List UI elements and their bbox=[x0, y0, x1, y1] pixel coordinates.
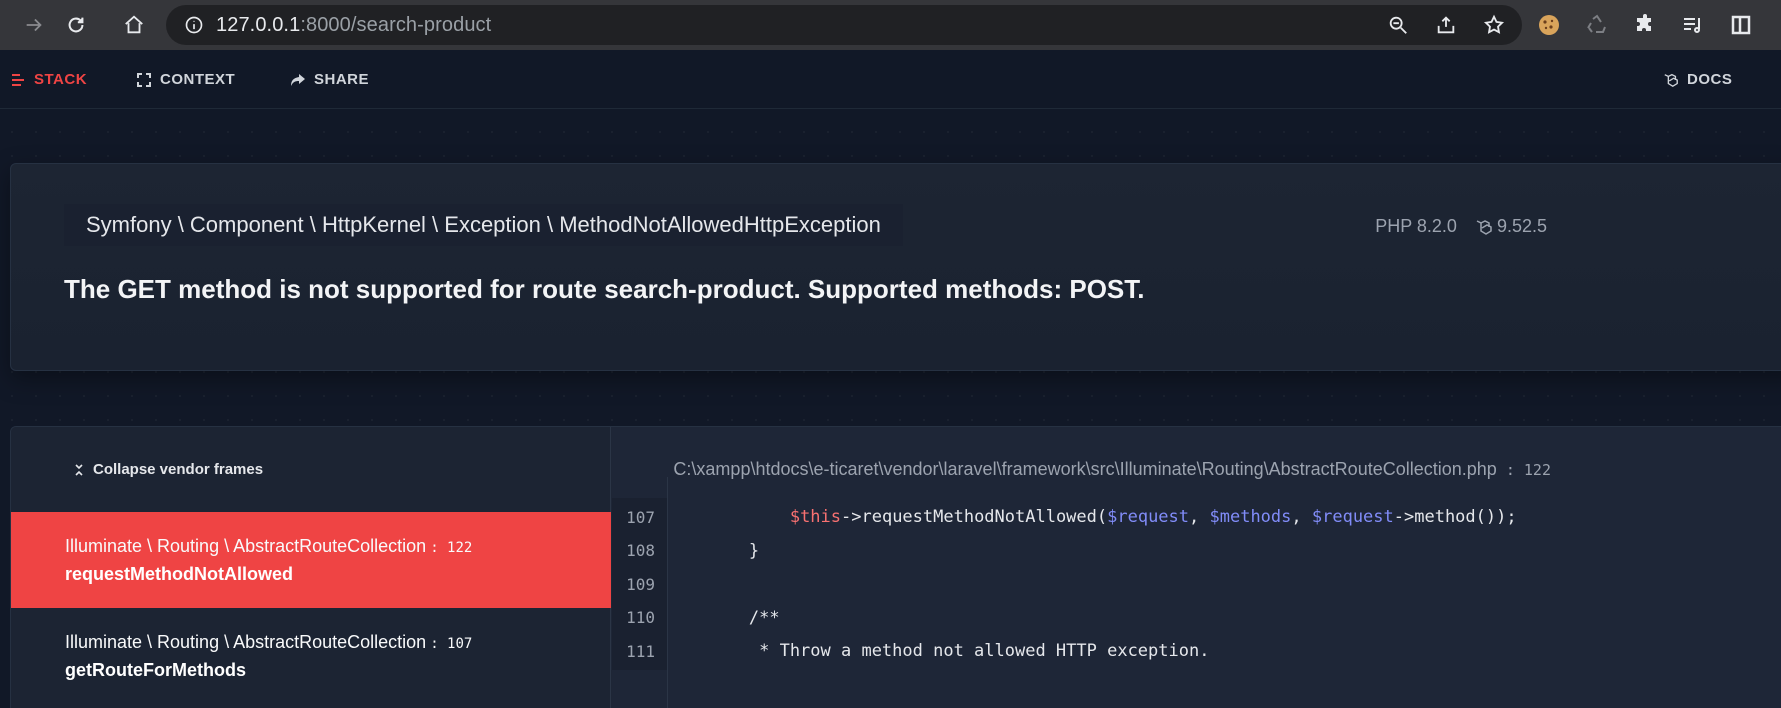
laravel-icon bbox=[1476, 219, 1492, 235]
frame-class-name: Illuminate \ Routing \ AbstractRouteColl… bbox=[65, 632, 427, 652]
code-viewer: C:\xampp\htdocs\e-ticaret\vendor\laravel… bbox=[612, 427, 1781, 708]
line-number: 110 bbox=[612, 598, 667, 637]
code-text: } bbox=[667, 541, 759, 561]
exception-class[interactable]: Symfony \ Component \ HttpKernel \ Excep… bbox=[64, 204, 903, 246]
frame-line: : 122 bbox=[430, 540, 473, 556]
file-line: : 122 bbox=[1496, 461, 1551, 479]
line-number: 108 bbox=[612, 531, 667, 570]
exception-card: Symfony \ Component \ HttpKernel \ Excep… bbox=[10, 163, 1781, 371]
side-panel-icon[interactable] bbox=[1724, 8, 1758, 42]
code-line: 107 $this->requestMethodNotAllowed($requ… bbox=[612, 498, 1781, 536]
stack-frame[interactable]: Illuminate \ Routing \ AbstractRouteColl… bbox=[11, 608, 611, 704]
code-token: ->method()); bbox=[1393, 507, 1517, 527]
collapse-label: Collapse vendor frames bbox=[93, 461, 264, 478]
tab-share-label: SHARE bbox=[314, 71, 370, 88]
code-text: * Throw a method not allowed HTTP except… bbox=[667, 641, 1209, 661]
code-line: 110 /** bbox=[612, 598, 1781, 637]
frame-method: getRouteForMethods bbox=[65, 660, 246, 680]
php-version: PHP 8.2.0 bbox=[1375, 216, 1457, 236]
laravel-docs-icon bbox=[1664, 73, 1678, 87]
stack-icon bbox=[12, 73, 24, 86]
code-line: 111 * Throw a method not allowed HTTP ex… bbox=[612, 632, 1781, 670]
share-arrow-icon bbox=[291, 73, 305, 86]
frame-class-name: Illuminate \ Routing \ AbstractRouteColl… bbox=[65, 536, 427, 556]
code-token: $request bbox=[1107, 507, 1190, 527]
code-token: /** bbox=[667, 607, 780, 628]
tab-stack-label: STACK bbox=[34, 71, 88, 88]
line-number: 109 bbox=[612, 565, 667, 603]
code-line: 108 } bbox=[612, 531, 1781, 570]
collapse-icon bbox=[75, 463, 83, 476]
line-number: 107 bbox=[612, 498, 667, 536]
frame-class: Illuminate \ Routing \ AbstractRouteColl… bbox=[65, 536, 611, 557]
url-text[interactable]: 127.0.0.1:8000/search-product bbox=[216, 14, 491, 37]
code-token: $this bbox=[789, 507, 842, 527]
address-bar[interactable]: 127.0.0.1:8000/search-product bbox=[166, 5, 1522, 45]
tab-context[interactable]: CONTEXT bbox=[136, 50, 235, 109]
home-icon[interactable] bbox=[114, 5, 154, 45]
code-token: , bbox=[1291, 507, 1312, 527]
media-queue-icon[interactable] bbox=[1676, 8, 1710, 42]
url-host: 127.0.0.1 bbox=[216, 13, 301, 36]
extensions-puzzle-icon[interactable] bbox=[1628, 8, 1662, 42]
tab-share[interactable]: SHARE bbox=[290, 50, 369, 109]
file-path[interactable]: C:\xampp\htdocs\e-ticaret\vendor\laravel… bbox=[673, 459, 1551, 480]
frames-list: Collapse vendor frames Illuminate \ Rout… bbox=[11, 427, 611, 708]
laravel-version-text: 9.52.5 bbox=[1496, 216, 1547, 236]
code-token: $methods bbox=[1209, 507, 1292, 527]
frame-method: requestMethodNotAllowed bbox=[65, 564, 293, 584]
code-text: $this->requestMethodNotAllowed($request,… bbox=[667, 507, 1517, 527]
code-token: $request bbox=[1311, 507, 1394, 527]
reload-icon[interactable] bbox=[56, 5, 96, 45]
code-token: ->requestMethodNotAllowed( bbox=[841, 507, 1108, 527]
cookie-extension-icon[interactable] bbox=[1532, 8, 1566, 42]
bookmark-star-icon[interactable] bbox=[1480, 11, 1508, 39]
zoom-out-icon[interactable] bbox=[1384, 11, 1412, 39]
code-text: /** bbox=[667, 608, 780, 628]
code-token: * Throw a method not allowed HTTP except… bbox=[667, 641, 1210, 661]
stack-panel: Collapse vendor frames Illuminate \ Rout… bbox=[10, 426, 1781, 708]
share-page-icon[interactable] bbox=[1432, 11, 1460, 39]
ignition-top-nav: STACK CONTEXT SHARE DOCS bbox=[0, 50, 1781, 109]
docs-label: DOCS bbox=[1687, 71, 1733, 88]
browser-toolbar: 127.0.0.1:8000/search-product bbox=[0, 0, 1781, 50]
code-line: 109 bbox=[612, 565, 1781, 603]
code-token: } bbox=[667, 540, 760, 561]
collapse-vendor-frames-button[interactable]: Collapse vendor frames bbox=[73, 461, 263, 478]
laravel-version: 9.52.5 bbox=[1475, 216, 1547, 237]
tab-stack[interactable]: STACK bbox=[10, 50, 87, 109]
docs-link[interactable]: DOCS bbox=[1663, 50, 1732, 109]
exception-message: The GET method is not supported for rout… bbox=[64, 274, 1145, 304]
code-token: , bbox=[1189, 507, 1210, 527]
version-info: PHP 8.2.0 9.52.5 bbox=[1375, 216, 1547, 237]
url-path: :8000/search-product bbox=[300, 13, 492, 36]
frame-line: : 107 bbox=[430, 636, 473, 652]
expand-icon bbox=[137, 72, 151, 87]
frame-class: Illuminate \ Routing \ AbstractRouteColl… bbox=[65, 632, 611, 653]
recycle-extension-icon[interactable] bbox=[1580, 8, 1614, 42]
file-ext: .php bbox=[1461, 459, 1497, 479]
site-info-icon[interactable] bbox=[184, 15, 204, 35]
line-number: 111 bbox=[612, 632, 667, 670]
stack-frame[interactable]: Illuminate \ Routing \ AbstractRouteColl… bbox=[11, 512, 611, 608]
forward-icon[interactable] bbox=[14, 5, 54, 45]
file-path-text: C:\xampp\htdocs\e-ticaret\vendor\laravel… bbox=[673, 459, 1462, 479]
tab-context-label: CONTEXT bbox=[160, 71, 236, 88]
